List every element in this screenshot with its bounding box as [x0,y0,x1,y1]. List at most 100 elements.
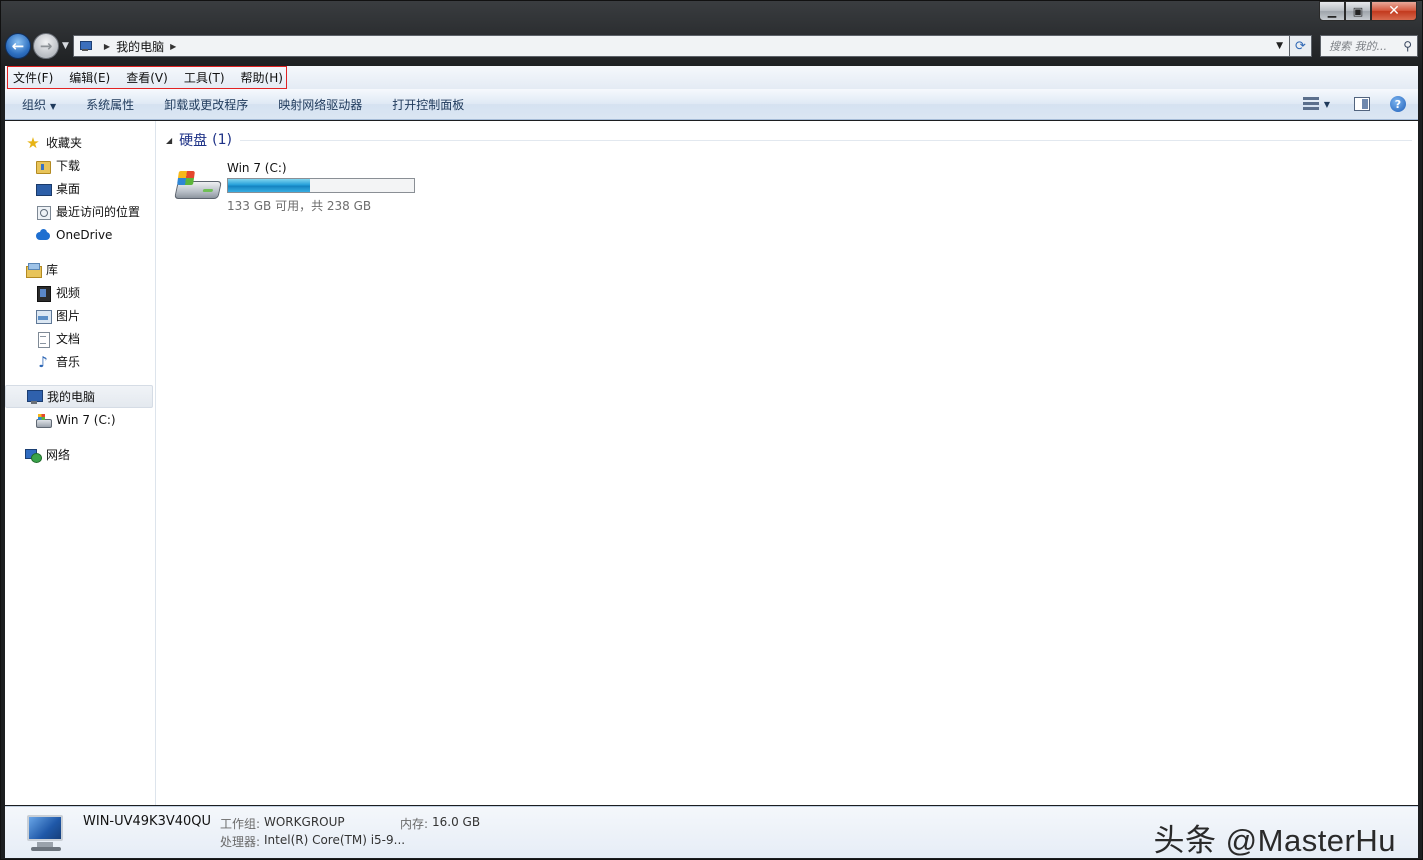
group-title: 硬盘 [179,133,208,149]
nav-pictures-label: 图片 [56,309,81,323]
collapse-triangle-icon[interactable]: ◢ [166,136,172,145]
breadcrumb-arrow-icon[interactable]: ▶ [170,42,176,51]
watermark: 头条 @MasterHu [1153,823,1396,858]
nav-recent-label: 最近访问的位置 [56,205,141,219]
open-control-panel-button[interactable]: 打开控制面板 [377,96,479,113]
navigation-pane: ★ 收藏夹 下载 桌面 最近访问的位置 OneDrive 库 视频 图片 文档 … [5,121,156,805]
onedrive-cloud-icon [35,227,51,243]
windows-drive-icon [35,412,52,428]
nav-onedrive-label: OneDrive [56,227,113,242]
forward-button[interactable]: → [33,33,59,59]
nav-downloads-label: 下载 [56,159,81,173]
nav-desktop-label: 桌面 [56,182,81,196]
view-dropdown-icon[interactable]: ▼ [1324,100,1330,109]
hard-disk-group-header[interactable]: ◢ 硬盘 (1) [166,131,1418,149]
menu-highlight-box [7,66,287,89]
nav-computer-label: 我的电脑 [47,390,96,404]
nav-desktop[interactable]: 桌面 [5,177,155,200]
nav-network-label: 网络 [46,448,71,462]
change-view-icon[interactable] [1302,97,1319,111]
picture-icon [35,308,52,324]
nav-my-computer[interactable]: 我的电脑 [5,385,153,408]
nav-downloads[interactable]: 下载 [5,154,155,177]
nav-recent-places[interactable]: 最近访问的位置 [5,200,155,223]
minimize-button[interactable]: ▁ [1319,1,1345,21]
libraries-group: 库 视频 图片 文档 ♪ 音乐 [5,258,155,373]
cpu-value: Intel(R) Core(TM) i5-9... [264,833,406,847]
favorites-group: ★ 收藏夹 下载 桌面 最近访问的位置 OneDrive [5,131,155,246]
windows-logo-icon [177,171,195,185]
explorer-window: ▁ ▣ ✕ ← → ▼ ▶ 我的电脑 ▶ ▼ ⟳ 搜索 我的... ⚲ 文件(F… [0,0,1423,860]
nav-drive-c[interactable]: Win 7 (C:) [5,408,155,431]
nav-network[interactable]: 网络 [5,443,155,466]
back-button[interactable]: ← [5,33,31,59]
organize-label: 组织 [22,97,47,112]
address-dropdown-icon[interactable]: ▼ [1270,41,1289,51]
details-pane: WIN-UV49K3V40QU 工作组: WORKGROUP 内存: 16.0 … [5,806,1418,858]
nav-pictures[interactable]: 图片 [5,304,155,327]
nav-drive-c-label: Win 7 (C:) [56,412,116,427]
close-button[interactable]: ✕ [1371,1,1417,21]
memory-label: 内存: [400,817,429,831]
recent-pages-dropdown[interactable]: ▼ [62,41,69,51]
help-icon[interactable]: ? [1390,96,1406,112]
desktop-icon [35,181,52,197]
chevron-down-icon: ▼ [50,101,57,111]
breadcrumb-arrow-icon[interactable]: ▶ [104,42,110,51]
drive-name: Win 7 (C:) [227,161,287,175]
search-placeholder: 搜索 我的... [1329,40,1387,53]
search-icon[interactable]: ⚲ [1403,39,1412,53]
nav-favorites[interactable]: ★ 收藏夹 [5,131,155,154]
computer-icon [78,40,92,52]
cpu-label: 处理器: [220,835,261,849]
document-icon [35,331,51,348]
preview-pane-icon[interactable] [1354,97,1370,111]
drive-usage-fill [228,179,310,192]
uninstall-program-button[interactable]: 卸载或更改程序 [149,96,263,113]
nav-libraries[interactable]: 库 [5,258,155,281]
nav-documents[interactable]: 文档 [5,327,155,350]
computer-icon [26,389,43,405]
window-controls: ▁ ▣ ✕ [1319,1,1417,22]
view-controls: ▼ ? [1302,96,1418,112]
downloads-folder-icon [35,158,51,174]
refresh-button[interactable]: ⟳ [1290,35,1312,57]
computer-large-icon [23,815,69,855]
nav-documents-label: 文档 [56,332,81,346]
drive-info: Win 7 (C:) 133 GB 可用，共 238 GB [227,159,415,214]
file-list: ◢ 硬盘 (1) Win 7 (C:) 133 GB 可用，共 238 GB [156,121,1418,805]
group-count: (1) [212,132,232,148]
system-properties-button[interactable]: 系统属性 [71,96,149,113]
drive-usage-bar [227,178,415,193]
network-icon [25,447,42,463]
workgroup-label: 工作组: [220,817,261,831]
nav-music[interactable]: ♪ 音乐 [5,350,155,373]
group-divider [240,139,1412,141]
memory-value: 16.0 GB [432,815,481,829]
computer-name: WIN-UV49K3V40QU [83,814,212,829]
command-bar: 组织 ▼ 系统属性 卸载或更改程序 映射网络驱动器 打开控制面板 ▼ ? [5,89,1418,120]
nav-favorites-label: 收藏夹 [46,136,83,150]
hard-drive-icon [174,165,224,213]
address-bar[interactable]: ▶ 我的电脑 ▶ ▼ [72,35,1290,57]
breadcrumb-computer[interactable]: 我的电脑 [116,38,164,55]
maximize-button[interactable]: ▣ [1345,1,1371,21]
video-icon [35,285,51,302]
search-input[interactable]: 搜索 我的... ⚲ [1320,35,1418,57]
computer-group: 我的电脑 Win 7 (C:) [5,385,155,431]
nav-onedrive[interactable]: OneDrive [5,223,155,246]
recent-places-icon [35,204,51,220]
network-group: 网络 [5,443,155,466]
library-icon [25,262,42,278]
content-area: ★ 收藏夹 下载 桌面 最近访问的位置 OneDrive 库 视频 图片 文档 … [5,121,1418,805]
drive-tile-c[interactable]: Win 7 (C:) 133 GB 可用，共 238 GB [166,159,1418,214]
workgroup-value: WORKGROUP [264,815,345,829]
map-network-drive-button[interactable]: 映射网络驱动器 [263,96,377,113]
drive-space-text: 133 GB 可用，共 238 GB [227,199,372,213]
organize-button[interactable]: 组织 ▼ [5,96,71,113]
star-icon: ★ [26,133,40,152]
nav-videos-label: 视频 [56,286,81,300]
nav-videos[interactable]: 视频 [5,281,155,304]
navigation-bar: ← → ▼ ▶ 我的电脑 ▶ ▼ ⟳ 搜索 我的... ⚲ [5,31,1418,61]
nav-music-label: 音乐 [56,355,81,369]
